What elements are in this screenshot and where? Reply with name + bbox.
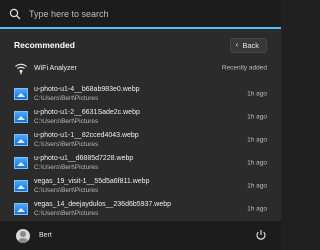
item-time: 1h ago	[247, 205, 267, 212]
start-menu-panel: Recommended ‹ Back WiFi Analyzer Recentl…	[0, 29, 281, 221]
item-name: u-photo-u1__d6885d7228.webp	[34, 154, 134, 162]
image-file-icon	[14, 133, 28, 146]
list-item[interactable]: WiFi Analyzer Recently added	[0, 58, 281, 78]
recommended-list: WiFi Analyzer Recently added u-photo-u1-…	[0, 58, 281, 220]
image-file-icon	[14, 202, 28, 215]
avatar[interactable]	[16, 228, 30, 243]
item-time: 1h ago	[247, 136, 267, 143]
list-item[interactable]: vegas_14_deejaydulos__236d6b5937.webp C:…	[0, 197, 281, 220]
section-title: Recommended	[14, 40, 75, 50]
item-path: C:\Users\Bert\Pictures	[34, 163, 99, 171]
item-path: C:\Users\Bert\Pictures	[34, 186, 99, 194]
item-name: u-photo-u1-1__82cced4043.webp	[34, 131, 139, 139]
recommended-header: Recommended ‹ Back	[0, 29, 281, 61]
wifi-analyzer-icon	[14, 61, 28, 75]
item-path: C:\Users\Bert\Pictures	[34, 117, 99, 125]
list-item[interactable]: u-photo-u1-2__6631Sade2c.webp C:\Users\B…	[0, 105, 281, 128]
list-item[interactable]: vegas_19_visit-1__55d5a6f811.webp C:\Use…	[0, 174, 281, 197]
item-name: vegas_19_visit-1__55d5a6f811.webp	[34, 177, 150, 185]
item-time: 1h ago	[247, 182, 267, 189]
item-path: C:\Users\Bert\Pictures	[34, 94, 99, 102]
item-time: 1h ago	[247, 113, 267, 120]
back-label: Back	[242, 40, 259, 50]
image-file-icon	[14, 87, 28, 100]
power-icon[interactable]	[255, 229, 267, 241]
start-footer: Bert	[0, 221, 281, 250]
item-name: vegas_14_deejaydulos__236d6b5937.webp	[34, 200, 172, 208]
item-time: 1h ago	[247, 90, 267, 97]
list-item[interactable]: u-photo-u1-4__b68ab983e0.webp C:\Users\B…	[0, 82, 281, 105]
user-name[interactable]: Bert	[39, 232, 52, 239]
search-input[interactable]: Type here to search	[29, 9, 109, 19]
item-name: WiFi Analyzer	[34, 64, 77, 72]
image-file-icon	[14, 156, 28, 169]
search-bar[interactable]: Type here to search	[0, 0, 281, 29]
list-item[interactable]: u-photo-u1__d6885d7228.webp C:\Users\Ber…	[0, 151, 281, 174]
item-name: u-photo-u1-2__6631Sade2c.webp	[34, 108, 140, 116]
item-time: 1h ago	[247, 159, 267, 166]
back-button[interactable]: ‹ Back	[229, 37, 267, 53]
item-time: Recently added	[221, 64, 267, 72]
item-name: u-photo-u1-4__b68ab983e0.webp	[34, 85, 140, 93]
item-path: C:\Users\Bert\Pictures	[34, 209, 99, 217]
image-file-icon	[14, 110, 28, 123]
chevron-left-icon: ‹	[235, 40, 239, 49]
list-item[interactable]: u-photo-u1-1__82cced4043.webp C:\Users\B…	[0, 128, 281, 151]
item-path: C:\Users\Bert\Pictures	[34, 140, 99, 148]
image-file-icon	[14, 179, 28, 192]
search-icon	[9, 8, 21, 20]
